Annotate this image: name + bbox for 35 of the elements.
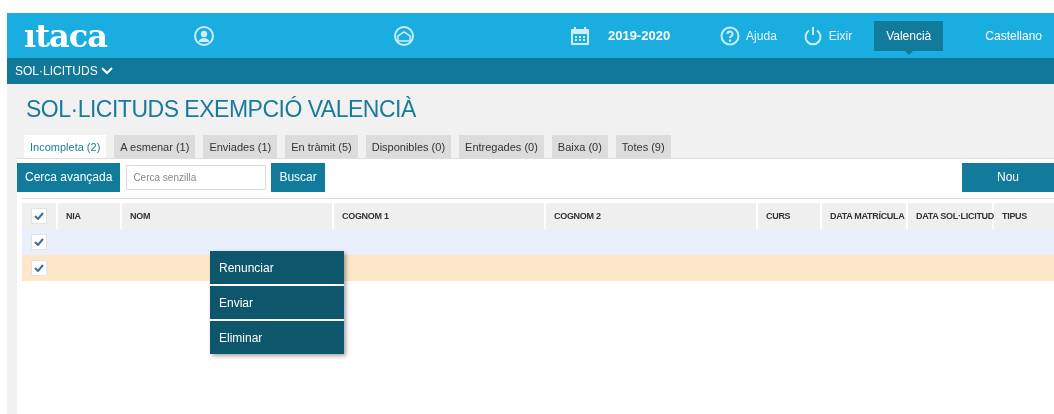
tab[interactable]: Enviades (1) xyxy=(203,135,278,158)
tab[interactable]: En tràmit (5) xyxy=(285,135,358,158)
table-row[interactable] xyxy=(22,229,1054,255)
search-button[interactable]: Buscar xyxy=(271,162,325,192)
tab[interactable]: Totes (9) xyxy=(615,135,671,158)
check-icon xyxy=(34,238,44,246)
menu-item[interactable]: Enviar xyxy=(210,286,344,319)
check-icon xyxy=(34,212,44,220)
check-icon xyxy=(34,264,44,272)
column-header[interactable]: COGNOM 1 xyxy=(334,203,544,229)
column-header[interactable]: TIPUS xyxy=(994,203,1054,229)
column-header[interactable]: NIA xyxy=(58,203,120,229)
column-header[interactable]: DATA MATRÍCULA xyxy=(822,203,906,229)
chevron-down-icon xyxy=(100,67,113,75)
column-header[interactable]: COGNOM 2 xyxy=(546,203,756,229)
menu-item[interactable]: Eliminar xyxy=(210,321,344,354)
new-button[interactable]: Nou xyxy=(962,162,1054,192)
tab[interactable]: Disponibles (0) xyxy=(365,135,452,158)
checkbox[interactable] xyxy=(31,208,47,224)
column-header[interactable]: NOM xyxy=(122,203,332,229)
column-header[interactable]: DATA SOL·LICITUD xyxy=(908,203,992,229)
advanced-search-button[interactable]: Cerca avançada xyxy=(17,162,121,192)
requests-menu[interactable]: SOL·LICITUDS xyxy=(15,64,113,78)
menu-item[interactable]: Renunciar xyxy=(210,251,344,284)
school-year: 2019-2020 xyxy=(607,28,671,43)
tab[interactable]: Incompleta (2) xyxy=(24,135,107,158)
tab[interactable]: Baixa (0) xyxy=(551,135,608,158)
checkbox[interactable] xyxy=(31,260,47,276)
page-title: SOL·LICITUDS EXEMPCIÓ VALENCIÀ xyxy=(26,96,417,123)
column-header[interactable]: CURS xyxy=(758,203,820,229)
tab[interactable]: A esmenar (1) xyxy=(114,135,196,158)
calendar-icon xyxy=(569,25,590,46)
checkbox[interactable] xyxy=(31,234,47,250)
tab[interactable]: Entregades (0) xyxy=(459,135,544,158)
search-field[interactable]: Cerca senzilla xyxy=(126,164,267,190)
